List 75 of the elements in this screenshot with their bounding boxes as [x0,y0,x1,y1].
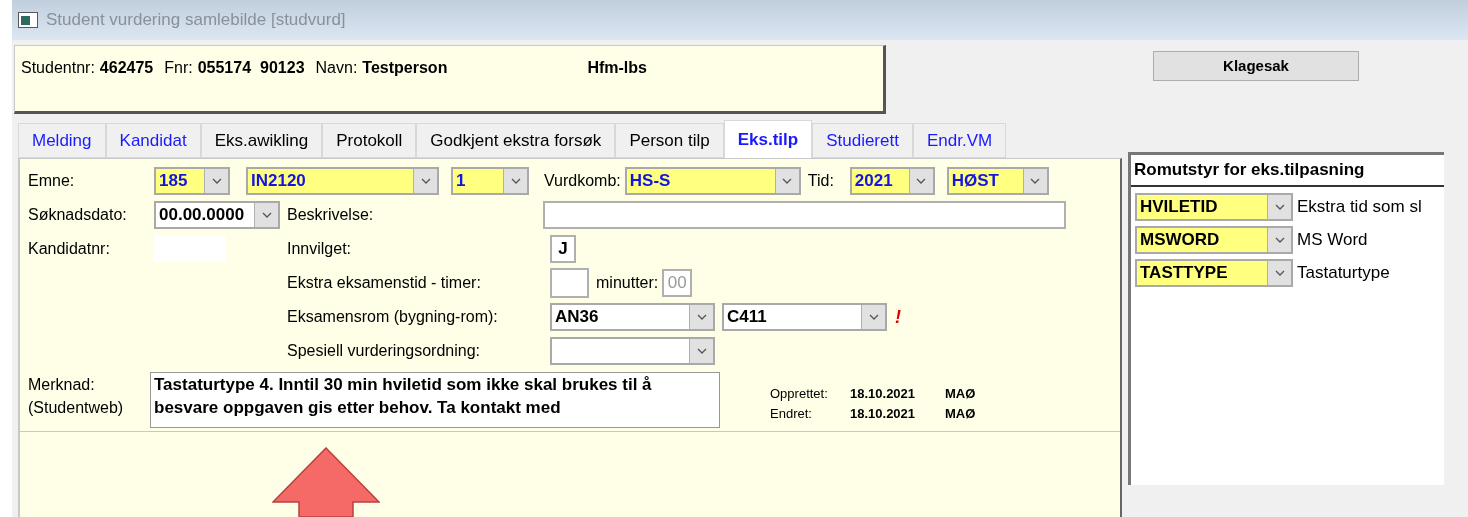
field-value: 90123 [260,58,305,78]
field-value: Testperson [362,58,448,78]
equipment-description: MS Word [1297,229,1368,252]
caret-icon [689,339,713,363]
field-label: minutter: [596,273,659,293]
window-icon [18,12,38,28]
caret-icon [861,305,885,329]
warning-mark: ! [895,305,901,329]
field-label: Beskrivelse: [287,205,375,225]
tab[interactable]: Studierett [812,123,913,158]
note-textarea[interactable]: Tastaturtype 4. Inntil 30 min hviletid som ikke skal brukes til å besvare oppgaven gis etter behov. Ta kontakt med [150,372,720,428]
field-label: Fnr: [164,58,193,78]
klagesak-button[interactable]: Klagesak [1153,51,1359,81]
field-label: Spesiell vurderingsordning: [287,341,481,361]
field-label: Emne: [28,171,76,191]
date-value: 18.10.2021 [850,405,917,423]
field-label: Studentnr: [21,58,95,78]
field-label: Opprettet: [770,385,829,403]
caret-icon [908,169,933,193]
dropdown-field[interactable] [550,337,715,365]
caret-icon [204,169,228,193]
field-label: Navn: [315,58,358,78]
field-value: 462475 [99,58,154,78]
dropdown-field[interactable]: HVILETID [1135,193,1293,221]
panel-title: Romutstyr for eks.tilpasning [1134,159,1365,182]
dropdown-field[interactable]: C411 [722,303,887,331]
dropdown-field[interactable]: HØST [946,167,1049,195]
field-label: Vurdkomb: [544,171,621,191]
tab[interactable]: Person tilp [615,123,724,158]
dropdown-field[interactable]: MSWORD [1135,226,1293,254]
tab[interactable]: Eks.tilp [723,120,813,158]
dropdown-field[interactable]: 1 [451,167,529,195]
dropdown-field[interactable]: HS-S [624,167,801,195]
tab[interactable]: Endr.VM [912,123,1007,158]
field-label: Endret: [770,405,813,423]
dropdown-field[interactable]: 00.00.0000 [154,201,280,229]
date-value: 18.10.2021 [850,385,917,403]
up-arrow-icon [272,447,380,517]
caret-icon [774,169,799,193]
field-label: Innvilget: [287,239,353,259]
caret-icon [1267,228,1291,252]
dropdown-field[interactable]: AN36 [550,303,715,331]
caret-icon [1022,169,1047,193]
caret-icon [689,305,713,329]
window-title: Student vurdering samlebilde [studvurd] [46,9,346,32]
equipment-description: Ekstra tid som sl [1297,196,1422,219]
caret-icon [254,203,278,227]
user-value: MAØ [945,405,976,423]
dropdown-field[interactable]: 2021 [849,167,935,195]
tab[interactable]: Kandidat [105,123,201,158]
caret-icon [503,169,527,193]
tab[interactable]: Godkjent ekstra forsøk [416,123,616,158]
dropdown-field[interactable]: TASTTYPE [1135,259,1293,287]
field-value: 055174 [197,58,252,78]
text-field[interactable]: J [550,235,576,263]
caret-icon [1267,261,1291,285]
tab[interactable]: Protokoll [322,123,417,158]
user-value: MAØ [945,385,976,403]
tab[interactable]: Melding [18,123,106,158]
caret-icon [413,169,437,193]
equipment-description: Tastaturtype [1297,262,1390,285]
text-field[interactable] [543,201,1066,229]
field-label: Tid: [807,171,835,191]
dropdown-field[interactable]: 185 [154,167,230,195]
dropdown-field[interactable]: IN2120 [246,167,439,195]
field-label: Kandidatnr: [28,239,111,259]
unit-value: Hfm-lbs [587,58,647,78]
field-label: Eksamensrom (bygning-rom): [287,307,499,327]
text-field[interactable] [550,268,589,298]
tab[interactable]: Eks.awikling [200,123,323,158]
field-label: Søknadsdato: [28,205,128,225]
field-label: Ekstra eksamenstid - timer: [287,273,482,293]
field-label: Merknad: [28,375,96,395]
caret-icon [1267,195,1291,219]
field-label: (Studentweb) [28,398,125,418]
